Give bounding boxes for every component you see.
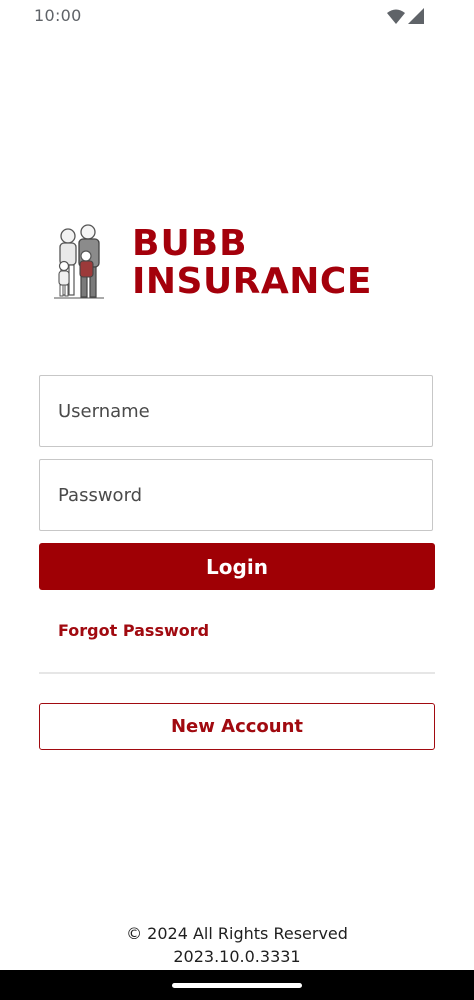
new-account-button[interactable]: New Account xyxy=(39,703,435,750)
version-text: 2023.10.0.3331 xyxy=(173,947,301,966)
home-gesture-handle[interactable] xyxy=(172,983,302,988)
cellular-signal-icon xyxy=(408,8,424,24)
forgot-password-link[interactable]: Forgot Password xyxy=(58,621,209,640)
password-input[interactable] xyxy=(40,460,432,530)
copyright-text: © 2024 All Rights Reserved xyxy=(126,924,348,943)
username-input[interactable] xyxy=(40,376,432,446)
status-icons xyxy=(387,8,424,24)
logo-line-insurance: INSURANCE xyxy=(132,261,372,302)
bubb-insurance-logo: BUBB INSURANCE xyxy=(52,222,412,302)
login-button[interactable]: Login xyxy=(39,543,435,590)
password-field[interactable] xyxy=(39,459,433,531)
footer: © 2024 All Rights Reserved 2023.10.0.333… xyxy=(0,922,474,968)
status-time: 10:00 xyxy=(34,6,82,25)
navigation-bar xyxy=(0,970,474,1000)
login-screen: 10:00 BUBB INSURANCE Username Login Forg… xyxy=(0,0,474,1000)
username-field[interactable] xyxy=(39,375,433,447)
logo-line-bubb: BUBB xyxy=(132,223,248,264)
wifi-icon xyxy=(387,9,405,24)
family-logo-icon xyxy=(54,224,104,299)
status-bar: 10:00 xyxy=(0,0,474,32)
divider xyxy=(39,672,435,674)
